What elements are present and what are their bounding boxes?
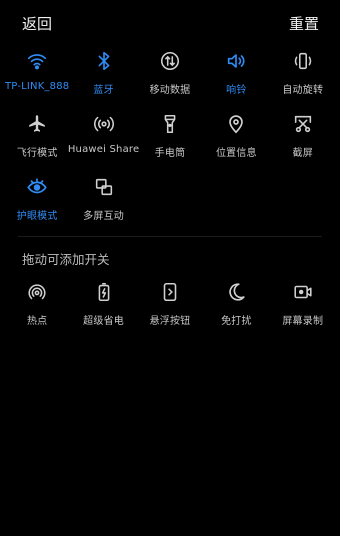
wifi-icon bbox=[24, 48, 50, 74]
tile-label: 多屏互动 bbox=[83, 211, 124, 222]
top-bar: 返回 重置 bbox=[0, 0, 340, 44]
tile-hotspot[interactable]: 热点 bbox=[4, 275, 70, 338]
tile-bluetooth[interactable]: 蓝牙 bbox=[70, 44, 136, 107]
tile-label: Huawei Share bbox=[67, 144, 140, 155]
tile-label: 蓝牙 bbox=[93, 85, 114, 96]
battery-icon bbox=[91, 279, 117, 305]
tile-wifi[interactable]: TP-LINK_888 bbox=[4, 44, 70, 107]
floating-button-icon bbox=[157, 279, 183, 305]
speaker-icon bbox=[223, 48, 249, 74]
tile-label: 手电筒 bbox=[154, 148, 186, 159]
airplane-icon bbox=[24, 111, 50, 137]
bluetooth-icon bbox=[91, 48, 117, 74]
tile-huawei-share[interactable]: Huawei Share bbox=[68, 107, 139, 170]
tile-screen-record[interactable]: 屏幕录制 bbox=[270, 275, 336, 338]
back-button[interactable]: 返回 bbox=[22, 13, 52, 34]
screenshot-icon bbox=[290, 111, 316, 137]
screen-record-icon bbox=[290, 279, 316, 305]
tile-multi-screen[interactable]: 多屏互动 bbox=[70, 170, 136, 233]
tile-airplane[interactable]: 飞行模式 bbox=[4, 107, 70, 170]
tile-flashlight[interactable]: 手电筒 bbox=[137, 107, 203, 170]
tile-label: 屏幕录制 bbox=[282, 316, 324, 327]
flashlight-icon bbox=[157, 111, 183, 137]
tile-power-saver[interactable]: 超级省电 bbox=[70, 275, 136, 338]
eye-icon bbox=[24, 174, 50, 200]
tile-label: 热点 bbox=[26, 316, 48, 327]
tile-label: 位置信息 bbox=[215, 148, 257, 159]
hotspot-icon bbox=[24, 279, 50, 305]
active-tiles-grid: TP-LINK_888 蓝牙 移动数据 响铃 自动旋转飞行模式 Huawei Share 手… bbox=[4, 44, 336, 233]
section-title: 拖动可添加开关 bbox=[22, 252, 110, 267]
tile-label: TP-LINK_888 bbox=[5, 81, 70, 92]
auto-rotate-icon bbox=[290, 48, 316, 74]
multi-screen-icon bbox=[91, 174, 117, 200]
reset-button[interactable]: 重置 bbox=[289, 13, 319, 34]
tile-label: 悬浮按钮 bbox=[149, 316, 191, 327]
tile-do-not-disturb[interactable]: 免打扰 bbox=[203, 275, 269, 338]
tile-label: 护眼模式 bbox=[16, 211, 58, 222]
tile-label: 飞行模式 bbox=[16, 148, 58, 159]
inactive-tiles-grid: 热点 超级省电 悬浮按钮 免打扰 屏幕录制 bbox=[4, 275, 336, 338]
location-icon bbox=[223, 111, 249, 137]
mobile-data-icon bbox=[157, 48, 183, 74]
tile-auto-rotate[interactable]: 自动旋转 bbox=[270, 44, 336, 107]
section-divider bbox=[18, 236, 322, 237]
tile-floating-button[interactable]: 悬浮按钮 bbox=[137, 275, 203, 338]
tile-location[interactable]: 位置信息 bbox=[203, 107, 269, 170]
tile-label: 自动旋转 bbox=[282, 85, 324, 96]
tile-mobile-data[interactable]: 移动数据 bbox=[137, 44, 203, 107]
moon-icon bbox=[223, 279, 249, 305]
tile-label: 超级省电 bbox=[83, 316, 124, 327]
tile-screenshot[interactable]: 截屏 bbox=[270, 107, 336, 170]
tile-label: 免打扰 bbox=[221, 316, 252, 327]
tile-ring[interactable]: 响铃 bbox=[203, 44, 269, 107]
share-icon bbox=[91, 111, 117, 137]
tile-label: 响铃 bbox=[226, 85, 247, 96]
tile-label: 移动数据 bbox=[149, 85, 191, 96]
tile-label: 截屏 bbox=[292, 148, 313, 159]
tile-eye-comfort[interactable]: 护眼模式 bbox=[4, 170, 70, 233]
